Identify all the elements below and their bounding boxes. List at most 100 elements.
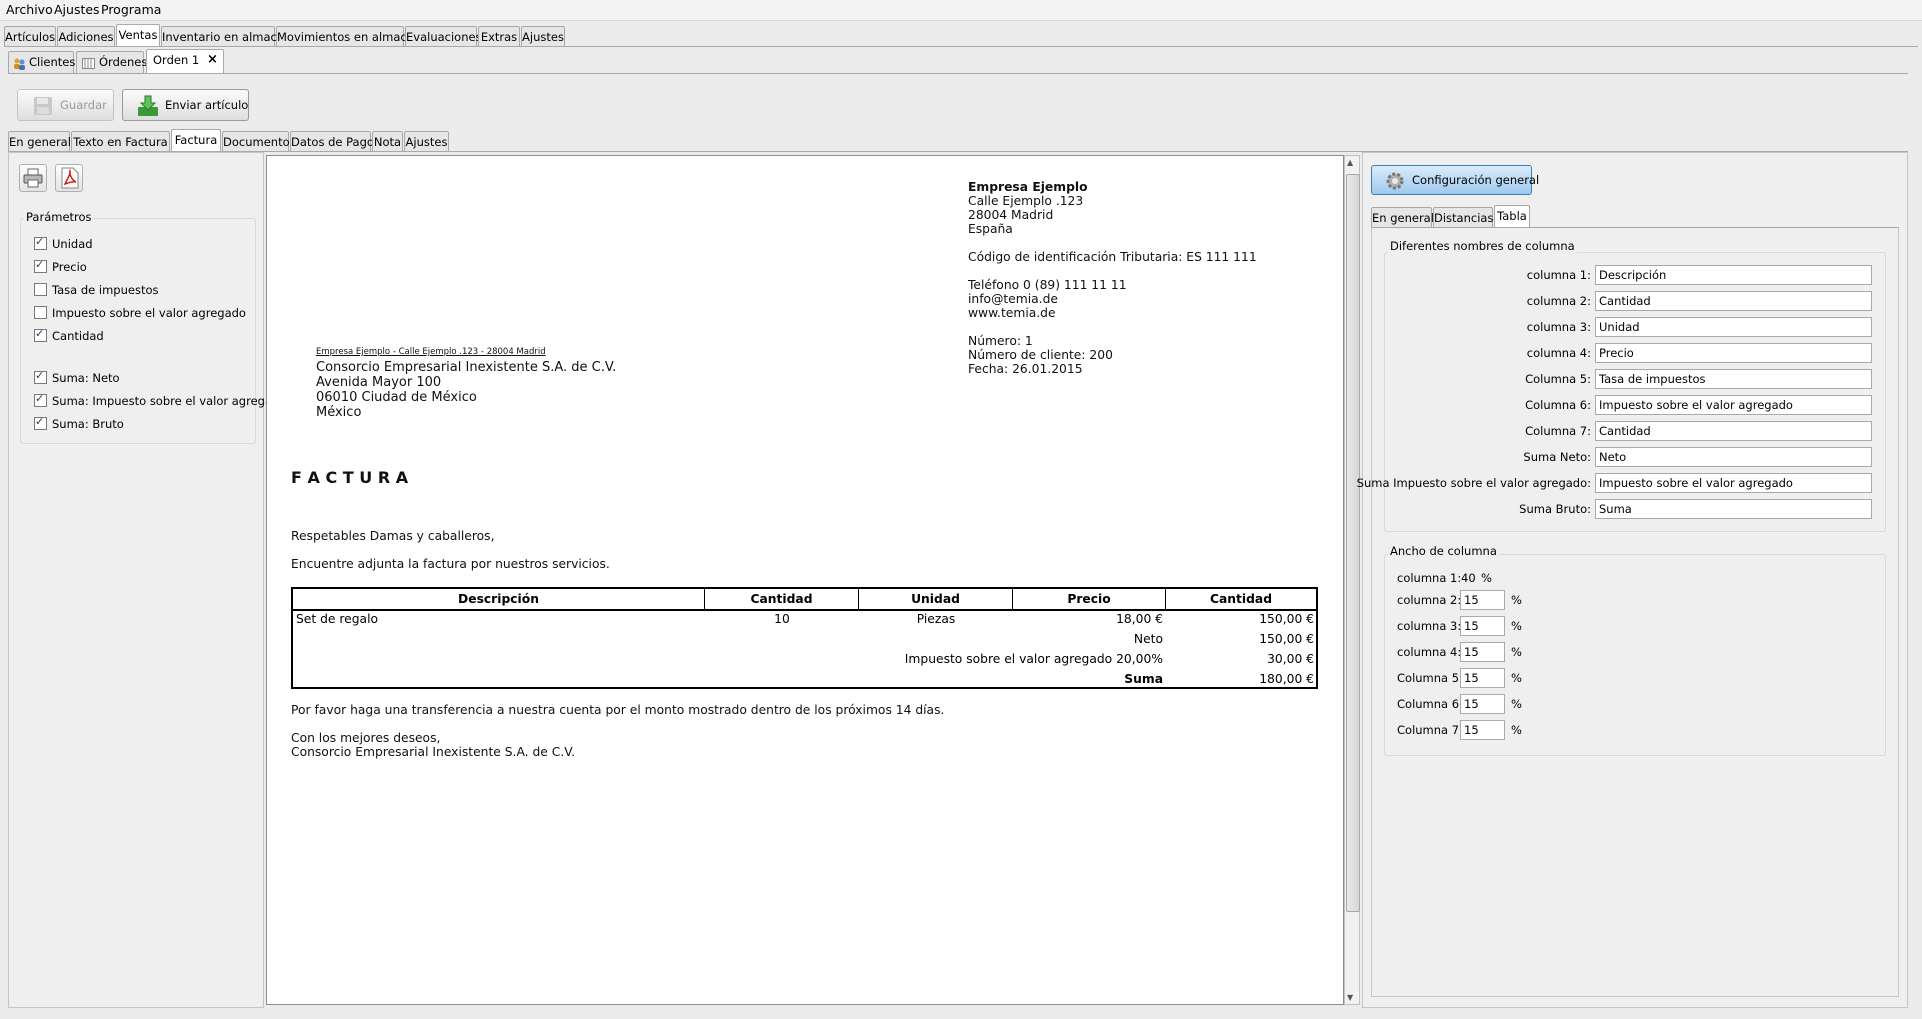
checkbox-cantidad[interactable]: Cantidad (34, 327, 104, 345)
checkbox-box[interactable] (34, 327, 47, 342)
column-width-label: Columna 5: (1397, 671, 1463, 685)
config-tab-tabla[interactable]: Tabla (1494, 205, 1530, 227)
config-tab-en-general[interactable]: En general (1371, 207, 1434, 227)
column-width-input[interactable] (1460, 694, 1505, 714)
column-name-input[interactable] (1595, 317, 1872, 337)
invoice-meta-line: Número: 1 (968, 334, 1033, 348)
checkbox-box[interactable] (34, 306, 47, 319)
checkbox-box[interactable] (34, 415, 47, 430)
tab-movimientos[interactable]: Movimientos en almacén (276, 26, 421, 46)
pdf-export-button[interactable] (55, 164, 83, 192)
salutation: Respetables Damas y caballeros, (291, 529, 495, 543)
payment-note: Por favor haga una transferencia a nuest… (291, 703, 945, 717)
menu-archivo[interactable]: Archivo (6, 2, 53, 17)
vat-label: Impuesto sobre el valor agregado 20,00% (904, 652, 1163, 666)
col-header-precio: Precio (1013, 589, 1166, 609)
checkbox-precio[interactable]: Precio (34, 258, 87, 276)
checkbox-box[interactable] (34, 258, 47, 273)
column-name-input[interactable] (1595, 265, 1872, 285)
tab-ajustes[interactable]: Ajustes (521, 26, 565, 46)
column-name-input[interactable] (1595, 499, 1872, 519)
close-tab-icon[interactable]: × (207, 50, 218, 70)
checkbox-box[interactable] (34, 235, 47, 250)
save-button[interactable]: Guardar (17, 89, 114, 121)
tab-adiciones[interactable]: Adiciones (57, 26, 115, 46)
menu-bar: Archivo Ajustes Programa (0, 0, 1922, 21)
invoice-title: F A C T U R A (291, 468, 409, 487)
row-total: 150,00 € (1259, 612, 1314, 626)
column-width-input[interactable] (1460, 668, 1505, 688)
tab-nota[interactable]: Nota (372, 131, 403, 151)
tab-factura[interactable]: Factura (171, 129, 221, 151)
row-descripcion: Set de regalo (296, 612, 379, 626)
tab-clientes[interactable]: Clientes (8, 51, 75, 73)
company-address-line: Calle Ejemplo .123 (968, 194, 1084, 208)
general-config-button[interactable]: Configuración general (1371, 165, 1539, 195)
scroll-thumb[interactable] (1346, 174, 1360, 912)
tab-ajustes-orden[interactable]: Ajustes (404, 131, 449, 151)
checkbox-suma-bruto[interactable]: Suma: Bruto (34, 415, 124, 433)
download-arrow-icon (137, 95, 159, 117)
checkbox-tasa-impuestos[interactable]: Tasa de impuestos (34, 283, 158, 299)
params-title: Parámetros (24, 210, 94, 224)
column-names-title: Diferentes nombres de columna (1388, 239, 1577, 253)
recipient-line: 06010 Ciudad de México (316, 390, 477, 405)
tab-extras[interactable]: Extras (478, 26, 520, 46)
net-label: Neto (1133, 632, 1163, 646)
tab-datos-de-pago[interactable]: Datos de Pago (290, 131, 374, 151)
floppy-disk-icon (33, 96, 53, 116)
column-name-label: Columna 5: (1525, 372, 1591, 386)
column-width-input[interactable] (1460, 616, 1505, 636)
column-name-label: columna 4: (1526, 346, 1591, 360)
width-unit-col1: % (1481, 571, 1492, 585)
vat-value: 30,00 € (1267, 652, 1314, 666)
tab-en-general[interactable]: En general (8, 131, 71, 151)
tab-articulos[interactable]: Artículos (4, 26, 56, 46)
column-name-input[interactable] (1595, 395, 1872, 415)
checkbox-unidad[interactable]: Unidad (34, 235, 93, 253)
checkbox-iva[interactable]: Impuesto sobre el valor agregado (34, 306, 246, 322)
tab-evaluaciones[interactable]: Evaluaciones (405, 26, 482, 46)
scroll-up-icon[interactable]: ▲ (1347, 158, 1353, 167)
column-name-input[interactable] (1595, 343, 1872, 363)
tab-inventario[interactable]: Inventario en almacén (161, 26, 291, 46)
column-name-input[interactable] (1595, 369, 1872, 389)
column-name-label: Suma Bruto: (1519, 502, 1591, 516)
config-tab-distancias[interactable]: Distancias (1433, 207, 1493, 227)
recipient-line: Avenida Mayor 100 (316, 375, 442, 390)
save-button-label: Guardar (60, 98, 107, 112)
tab-texto-en-factura[interactable]: Texto en Factura (71, 131, 170, 151)
tab-ordenes[interactable]: Órdenes (76, 51, 147, 73)
checkbox-label: Suma: Bruto (52, 417, 124, 431)
tab-documentos[interactable]: Documentos (222, 131, 296, 151)
column-name-input[interactable] (1595, 421, 1872, 441)
orders-icon (82, 56, 95, 69)
column-width-input[interactable] (1460, 642, 1505, 662)
column-name-label: Suma Neto: (1523, 450, 1591, 464)
column-name-input[interactable] (1595, 473, 1872, 493)
tab-orden-1[interactable]: Orden 1 × (146, 49, 224, 73)
print-button[interactable] (19, 164, 47, 192)
column-name-input[interactable] (1595, 291, 1872, 311)
checkbox-suma-iva[interactable]: Suma: Impuesto sobre el valor agregado (34, 392, 286, 410)
width-value-col1: 40 (1461, 571, 1476, 585)
preview-scrollbar[interactable]: ▲ ▼ (1344, 155, 1360, 1005)
menu-programa[interactable]: Programa (101, 2, 161, 17)
row-cantidad: 10 (774, 612, 790, 626)
tab-ventas[interactable]: Ventas (116, 24, 160, 46)
column-name-label: columna 3: (1526, 320, 1591, 334)
column-width-input[interactable] (1460, 590, 1505, 610)
menu-ajustes[interactable]: Ajustes (54, 2, 100, 17)
invoice-preview (266, 155, 1344, 1005)
send-article-button[interactable]: Enviar artículo (122, 89, 249, 121)
checkbox-box[interactable] (34, 283, 47, 296)
checkbox-label: Cantidad (52, 329, 104, 343)
column-name-input[interactable] (1595, 447, 1872, 467)
checkbox-box[interactable] (34, 369, 47, 384)
scroll-down-icon[interactable]: ▼ (1347, 993, 1353, 1002)
net-value: 150,00 € (1259, 632, 1314, 646)
column-width-input[interactable] (1460, 720, 1505, 740)
contact-line: info@temia.de (968, 292, 1058, 306)
checkbox-suma-neto[interactable]: Suma: Neto (34, 369, 120, 387)
checkbox-box[interactable] (34, 392, 47, 407)
